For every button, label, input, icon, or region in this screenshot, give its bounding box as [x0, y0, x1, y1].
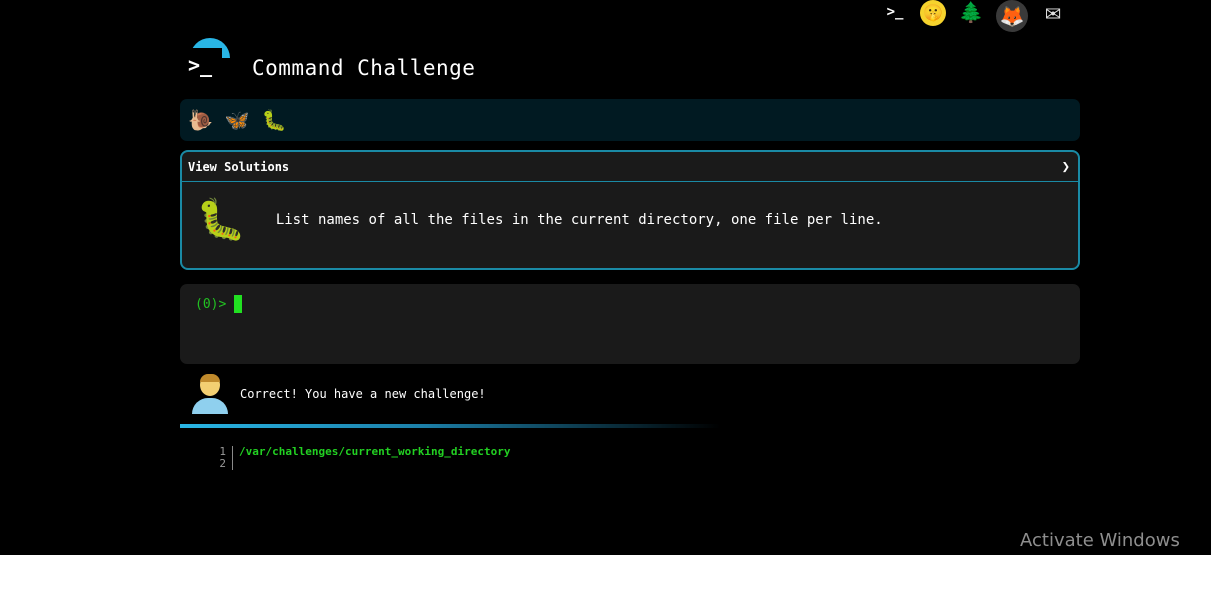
page-title: Command Challenge — [252, 56, 476, 80]
challenge-card: View Solutions ❯ 🐛 List names of all the… — [180, 150, 1080, 270]
cursor — [234, 295, 243, 313]
mail-icon[interactable]: ✉ — [1038, 0, 1068, 25]
gitlab-icon[interactable]: 🦊 — [996, 0, 1028, 32]
challenge-text: List names of all the files in the curre… — [275, 212, 883, 228]
person-icon — [192, 374, 228, 414]
chevron-right-icon[interactable]: ❯ — [1062, 159, 1070, 175]
shushing-face-icon[interactable]: 🤫 — [920, 0, 946, 26]
snail-icon[interactable]: 🐌 — [188, 110, 213, 130]
view-solutions-label: View Solutions — [188, 159, 290, 174]
progress-line — [180, 424, 720, 428]
activate-windows-watermark: Activate Windows — [1020, 530, 1180, 551]
logo: >_ — [188, 38, 230, 82]
butterfly-icon[interactable]: 🦋 — [225, 110, 250, 130]
app-screen: >_ 🤫 🌲 🦊 ✉ >_ Command Challenge 🐌 🦋 🐛 Vi… — [0, 0, 1211, 555]
challenge-body: 🐛 List names of all the files in the cur… — [182, 182, 1078, 258]
terminal-input[interactable]: (0)> — [180, 284, 1080, 364]
line-text: /var/challenges/current_working_director… — [239, 445, 511, 458]
caterpillar-icon: 🐛 — [196, 197, 246, 243]
top-nav-icons: >_ 🤫 🌲 🦊 ✉ — [880, 0, 1068, 32]
code-line: 2 — [210, 458, 511, 470]
terminal-icon[interactable]: >_ — [880, 0, 910, 24]
feedback-message: Correct! You have a new challenge! — [192, 374, 486, 414]
output-code-block: 1 /var/challenges/current_working_direct… — [210, 446, 511, 470]
feedback-text: Correct! You have a new challenge! — [240, 387, 486, 401]
header: >_ Command Challenge — [188, 38, 476, 82]
caterpillar-icon[interactable]: 🐛 — [262, 110, 287, 130]
line-number: 2 — [210, 458, 233, 470]
prompt-line: (0)> — [195, 295, 243, 313]
progress-bug-bar: 🐌 🦋 🐛 — [180, 99, 1080, 141]
code-line: 1 /var/challenges/current_working_direct… — [210, 446, 511, 458]
view-solutions-toggle[interactable]: View Solutions ❯ — [182, 152, 1078, 182]
tree-icon[interactable]: 🌲 — [956, 0, 986, 24]
prompt-label: (0)> — [195, 296, 227, 312]
line-text — [233, 458, 239, 470]
logo-terminal-icon: >_ — [188, 48, 222, 82]
